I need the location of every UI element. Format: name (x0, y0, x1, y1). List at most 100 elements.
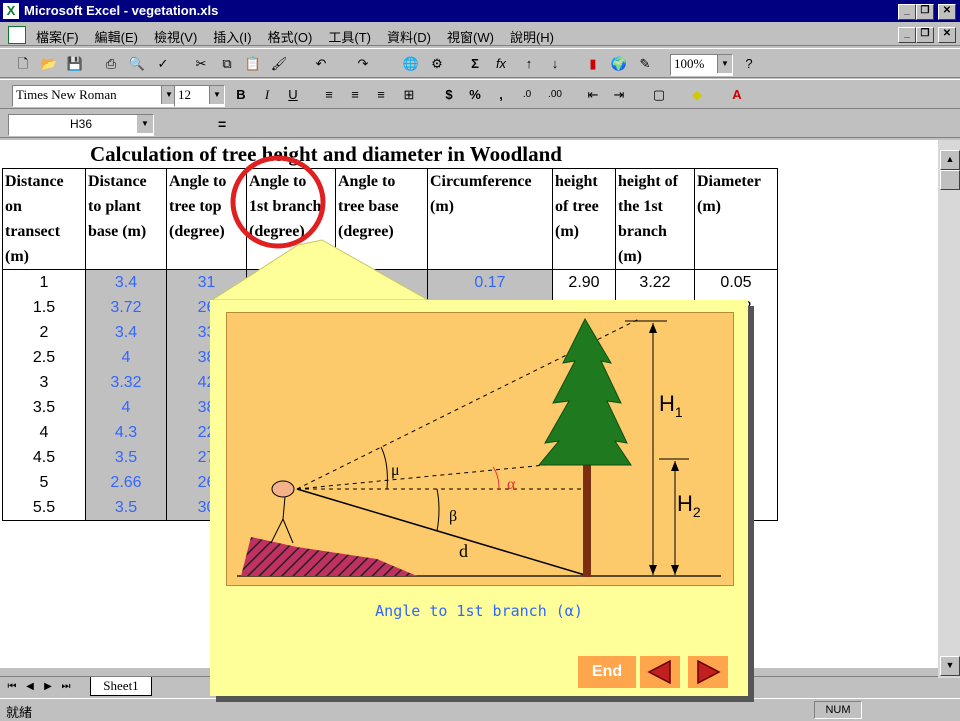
format-painter-icon[interactable]: 🖌 (268, 54, 290, 74)
minimize-button[interactable]: _ (898, 4, 916, 20)
office-assistant-icon[interactable]: ? (738, 54, 760, 74)
title-bar: X Microsoft Excel - vegetation.xls _ ❐ ✕ (0, 0, 960, 22)
h1-label: H1 (659, 391, 683, 420)
prev-sheet-icon[interactable]: ◀ (22, 679, 38, 695)
bold-button[interactable]: B (230, 85, 252, 105)
print-preview-icon[interactable]: 🔍 (126, 54, 148, 74)
font-select[interactable]: Times New Roman ▼ (12, 85, 177, 107)
restore-button[interactable]: ❐ (916, 4, 934, 20)
menu-tools[interactable]: 工具(T) (328, 27, 371, 46)
cell-reference: H36 (69, 117, 92, 131)
end-button[interactable]: End (578, 656, 636, 688)
next-sheet-icon[interactable]: ▶ (40, 679, 56, 695)
sort-descending-icon[interactable]: ↓ (544, 54, 566, 74)
align-right-icon[interactable]: ≡ (370, 85, 392, 105)
doc-minimize-button[interactable]: _ (898, 27, 916, 43)
tree-measurement-diagram: H1 H2 μ α β d (226, 312, 734, 586)
underline-button[interactable]: U (282, 85, 304, 105)
save-icon[interactable]: 💾 (64, 54, 86, 74)
currency-icon[interactable]: $ (438, 85, 460, 105)
percent-icon[interactable]: % (464, 85, 486, 105)
chevron-down-icon[interactable]: ▼ (717, 55, 732, 73)
scroll-thumb[interactable] (940, 170, 960, 190)
menu-bar: 檔案(F) 編輯(E) 檢視(V) 插入(I) 格式(O) 工具(T) 資料(D… (0, 22, 960, 46)
menu-format[interactable]: 格式(O) (268, 27, 313, 46)
decrease-decimal-icon[interactable]: .00 (544, 85, 566, 105)
vertical-scrollbar[interactable]: ▲ ▼ (938, 140, 960, 678)
decrease-indent-icon[interactable]: ⇤ (582, 85, 604, 105)
hyperlink-icon[interactable]: 🌐 (400, 54, 422, 74)
doc-restore-button[interactable]: ❐ (916, 27, 934, 43)
formula-bar: H36 ▼ = (0, 110, 960, 138)
merge-center-icon[interactable]: ⊞ (398, 85, 420, 105)
sort-ascending-icon[interactable]: ↑ (518, 54, 540, 74)
standard-toolbar: 🗋 📂 💾 ⎙ 🔍 ✓ ✂ ⧉ 📋 🖌 ↶ ↷ 🌐 ⚙ Σ fx ↑ ↓ ▮ 🌍… (0, 48, 960, 78)
last-sheet-icon[interactable]: ⏭ (58, 679, 74, 695)
font-size-value: 12 (178, 87, 191, 102)
person-leg-left (270, 518, 284, 544)
new-file-icon[interactable]: 🗋 (12, 54, 34, 74)
cut-icon[interactable]: ✂ (190, 54, 212, 74)
first-sheet-icon[interactable]: ⏮ (4, 679, 20, 695)
spellcheck-icon[interactable]: ✓ (152, 54, 174, 74)
chevron-down-icon[interactable]: ▼ (137, 115, 153, 133)
mu-label: μ (391, 462, 400, 479)
comma-style-icon[interactable]: , (490, 85, 512, 105)
formula-equals[interactable]: = (218, 116, 226, 132)
mu-arc (380, 446, 388, 490)
zoom-select[interactable]: 100% ▼ (670, 54, 733, 76)
map-icon[interactable]: 🌍 (608, 54, 630, 74)
callout-panel: H1 H2 μ α β d Angle to 1st branch (α) En… (210, 300, 748, 696)
font-color-icon[interactable]: A (726, 85, 748, 105)
print-icon[interactable]: ⎙ (100, 54, 122, 74)
doc-close-button[interactable]: ✕ (938, 27, 956, 43)
next-button[interactable] (688, 656, 728, 688)
chevron-down-icon[interactable]: ▼ (209, 86, 224, 104)
increase-decimal-icon[interactable]: .0 (516, 85, 538, 105)
paste-icon[interactable]: 📋 (242, 54, 264, 74)
increase-indent-icon[interactable]: ⇥ (608, 85, 630, 105)
open-folder-icon[interactable]: 📂 (38, 54, 60, 74)
excel-icon[interactable]: X (3, 3, 19, 19)
menu-file[interactable]: 檔案(F) (36, 27, 79, 46)
beta-label: β (449, 508, 457, 525)
alpha-arc (492, 466, 500, 490)
undo-icon[interactable]: ↶ (310, 54, 332, 74)
menu-data[interactable]: 資料(D) (387, 27, 431, 46)
font-value: Times New Roman (16, 87, 117, 102)
italic-button[interactable]: I (256, 85, 278, 105)
h1-arrow-down (649, 565, 657, 575)
font-size-select[interactable]: 12 ▼ (174, 85, 225, 107)
tab-sheet1[interactable]: Sheet1 (90, 677, 152, 696)
name-box[interactable]: H36 ▼ (8, 114, 154, 136)
menu-edit[interactable]: 編輯(E) (95, 27, 138, 46)
distance-label: d (459, 541, 468, 561)
web-toolbar-icon[interactable]: ⚙ (426, 54, 448, 74)
previous-button[interactable] (640, 656, 680, 688)
person-body (282, 496, 286, 520)
chart-wizard-icon[interactable]: ▮ (582, 54, 604, 74)
autosum-icon[interactable]: Σ (464, 54, 486, 74)
borders-icon[interactable]: ▢ (648, 85, 670, 105)
scroll-down-button[interactable]: ▼ (940, 656, 960, 676)
alpha-label: α (507, 476, 516, 493)
h2-arrow-down (671, 565, 679, 575)
copy-icon[interactable]: ⧉ (216, 54, 238, 74)
person-head (271, 480, 295, 498)
function-icon[interactable]: fx (490, 54, 512, 74)
hillside-shape (241, 537, 417, 576)
scroll-up-button[interactable]: ▲ (940, 150, 960, 170)
align-center-icon[interactable]: ≡ (344, 85, 366, 105)
diagram-svg: H1 H2 μ α β d (237, 317, 721, 577)
menu-insert[interactable]: 插入(I) (213, 27, 251, 46)
workbook-icon[interactable] (8, 26, 26, 44)
redo-icon[interactable]: ↷ (352, 54, 374, 74)
menu-view[interactable]: 檢視(V) (154, 27, 197, 46)
status-text: 就緒 (6, 705, 33, 720)
menu-window[interactable]: 視窗(W) (447, 27, 494, 46)
menu-help[interactable]: 說明(H) (510, 27, 554, 46)
fill-color-icon[interactable]: ◆ (686, 85, 708, 105)
close-button[interactable]: ✕ (938, 4, 956, 20)
drawing-icon[interactable]: ✎ (634, 54, 656, 74)
align-left-icon[interactable]: ≡ (318, 85, 340, 105)
